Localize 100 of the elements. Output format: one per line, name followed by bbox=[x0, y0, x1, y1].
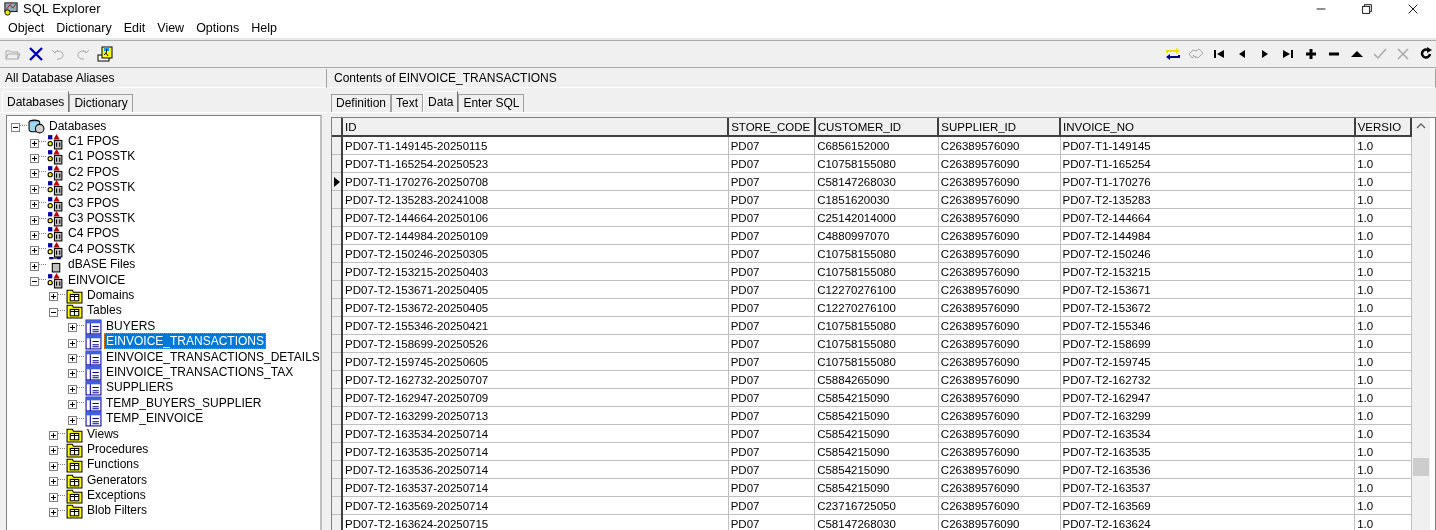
expand-icon[interactable] bbox=[49, 490, 58, 500]
table-cell: 1.0 bbox=[1354, 388, 1411, 407]
collapse-icon[interactable] bbox=[49, 305, 58, 315]
expand-icon[interactable] bbox=[30, 151, 39, 161]
expand-icon[interactable] bbox=[30, 167, 39, 177]
expand-icon[interactable] bbox=[30, 136, 39, 146]
expand-icon[interactable] bbox=[49, 459, 58, 469]
tree-item[interactable]: EINVOICE bbox=[66, 271, 128, 288]
table-cell: PD07-T2-163536 bbox=[1060, 460, 1355, 479]
menu-item[interactable]: View bbox=[151, 20, 191, 35]
tab[interactable]: Databases bbox=[2, 91, 70, 112]
tab[interactable]: Data bbox=[423, 91, 459, 112]
menu-item[interactable]: Edit bbox=[117, 20, 152, 35]
expand-icon[interactable] bbox=[30, 259, 39, 269]
collapse-icon[interactable] bbox=[11, 121, 20, 131]
running-figure-icon[interactable] bbox=[95, 44, 115, 64]
column-header[interactable]: STORE_CODE bbox=[728, 118, 815, 136]
expand-icon[interactable] bbox=[30, 213, 39, 223]
app-icon bbox=[3, 1, 19, 16]
table-cell: PD07 bbox=[728, 460, 815, 479]
database-alias-icon bbox=[47, 194, 64, 211]
expand-icon[interactable] bbox=[30, 244, 39, 254]
table-cell: PD07-T2-163535-20250714 bbox=[342, 442, 729, 461]
table-cell: PD07-T2-163536-20250714 bbox=[342, 460, 729, 479]
table-cell: PD07-T2-153671-20250405 bbox=[342, 280, 729, 299]
expand-icon[interactable] bbox=[49, 444, 58, 454]
table-cell: PD07-T2-153671 bbox=[1060, 280, 1355, 299]
table-cell: C26389576090 bbox=[938, 190, 1060, 209]
expand-icon[interactable] bbox=[49, 505, 58, 515]
tree-item[interactable]: TEMP_BUYERS_SUPPLIER bbox=[104, 394, 264, 411]
tree-item[interactable]: TEMP_EINVOICE bbox=[104, 410, 206, 427]
expand-icon[interactable] bbox=[68, 382, 77, 392]
scrollbar[interactable] bbox=[1412, 118, 1430, 530]
expand-icon[interactable] bbox=[68, 413, 77, 423]
table-cell: 1.0 bbox=[1354, 460, 1411, 479]
tab[interactable]: Dictionary bbox=[69, 94, 133, 112]
tree-item[interactable]: SUPPLIERS bbox=[104, 379, 176, 396]
tree-item[interactable]: C4 FPOS bbox=[66, 225, 122, 242]
tree-item[interactable]: C1 POSSTK bbox=[66, 148, 138, 165]
table-cell: 1.0 bbox=[1354, 406, 1411, 425]
column-header[interactable]: INVOICE_NO bbox=[1060, 118, 1355, 136]
tree-item[interactable]: Databases bbox=[47, 117, 109, 134]
column-header[interactable]: ID bbox=[342, 118, 729, 136]
current-row-icon[interactable] bbox=[332, 172, 343, 191]
tree-item[interactable]: EINVOICE_TRANSACTIONS bbox=[104, 333, 267, 350]
column-header[interactable]: CUSTOMER_ID bbox=[814, 118, 939, 136]
scrollbar-thumb[interactable] bbox=[1413, 458, 1429, 476]
expand-icon[interactable] bbox=[30, 198, 39, 208]
expand-icon[interactable] bbox=[68, 336, 77, 346]
table-cell: C12270276100 bbox=[814, 280, 939, 299]
tree-item[interactable]: Procedures bbox=[85, 440, 151, 457]
expand-icon[interactable] bbox=[49, 475, 58, 485]
table-cell: C10758155080 bbox=[814, 352, 939, 371]
tree-item[interactable]: Functions bbox=[85, 456, 142, 473]
expand-icon[interactable] bbox=[68, 367, 77, 377]
table-cell: PD07 bbox=[728, 244, 815, 263]
column-header[interactable]: SUPPLIER_ID bbox=[938, 118, 1060, 136]
tree-item[interactable]: EINVOICE_TRANSACTIONS_DETAILS bbox=[104, 348, 320, 365]
tab[interactable]: Text bbox=[391, 94, 424, 112]
tab[interactable]: Definition bbox=[331, 94, 392, 112]
tree-item[interactable]: C2 FPOS bbox=[66, 163, 122, 180]
expand-icon[interactable] bbox=[68, 398, 77, 408]
table-cell: C1851620030 bbox=[814, 190, 939, 209]
expand-icon[interactable] bbox=[68, 352, 77, 362]
column-header[interactable]: VERSIO bbox=[1354, 118, 1411, 136]
tree-item[interactable]: C4 POSSTK bbox=[66, 240, 138, 257]
tree-item[interactable]: Tables bbox=[85, 302, 124, 319]
table-cell: PD07-T2-144664-20250106 bbox=[342, 208, 729, 227]
menu-item[interactable]: Object bbox=[2, 20, 51, 35]
table-cell: C6856152000 bbox=[814, 136, 939, 155]
table-cell: 1.0 bbox=[1354, 442, 1411, 461]
expand-icon[interactable] bbox=[49, 429, 58, 438]
tree-item[interactable]: Domains bbox=[85, 287, 137, 303]
tree-item[interactable]: BUYERS bbox=[104, 317, 158, 334]
table-cell: C26389576090 bbox=[938, 460, 1060, 479]
table-cell: C26389576090 bbox=[938, 406, 1060, 425]
expand-icon[interactable] bbox=[30, 228, 39, 238]
table-cell: 1.0 bbox=[1354, 262, 1411, 281]
tree-item[interactable]: C3 POSSTK bbox=[66, 210, 138, 227]
tab[interactable]: Enter SQL bbox=[458, 94, 525, 112]
tree-item[interactable]: C3 FPOS bbox=[66, 194, 122, 211]
expand-icon[interactable] bbox=[68, 321, 77, 331]
tree-item[interactable]: Generators bbox=[85, 471, 150, 488]
tree-item[interactable]: Exceptions bbox=[85, 487, 148, 504]
table-cell: PD07-T2-162732-20250707 bbox=[342, 370, 729, 389]
collapse-icon[interactable] bbox=[30, 275, 39, 285]
tree-item[interactable]: Blob Filters bbox=[85, 502, 150, 519]
menu-item[interactable]: Help bbox=[245, 20, 283, 35]
table-cell: PD07-T2-135283 bbox=[1060, 190, 1355, 209]
tree-item[interactable]: Views bbox=[85, 425, 121, 442]
tree-item[interactable]: C1 FPOS bbox=[66, 133, 122, 150]
expand-icon[interactable] bbox=[49, 290, 58, 300]
tree-item[interactable]: dBASE Files bbox=[66, 256, 138, 273]
expand-icon[interactable] bbox=[30, 182, 39, 192]
menu-item[interactable]: Dictionary bbox=[50, 20, 118, 35]
table-cell: PD07-T2-163624-20250715 bbox=[342, 514, 729, 530]
table-cell: PD07-T2-162732 bbox=[1060, 370, 1355, 389]
menu-item[interactable]: Options bbox=[190, 20, 246, 35]
tree-item[interactable]: C2 POSSTK bbox=[66, 179, 138, 196]
tree-item[interactable]: EINVOICE_TRANSACTIONS_TAX bbox=[104, 363, 296, 380]
